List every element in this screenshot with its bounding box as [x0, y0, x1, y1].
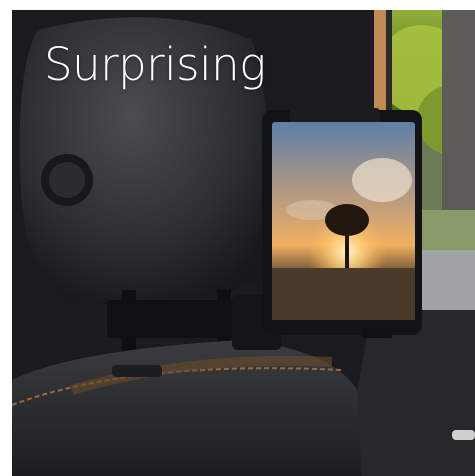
headline: Surprising — [44, 38, 266, 91]
product-photo: Surprising — [12, 10, 475, 476]
